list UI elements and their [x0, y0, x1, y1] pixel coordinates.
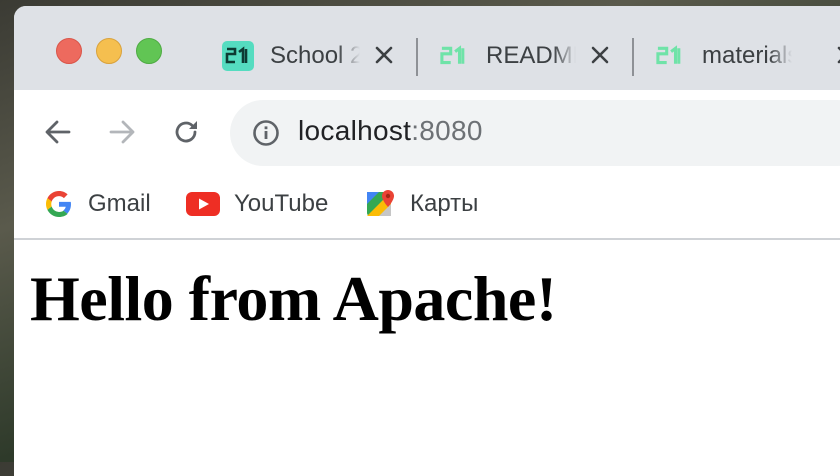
url-port: :8080: [411, 115, 483, 146]
tab-separator: [416, 38, 418, 76]
page-heading: Hello from Apache!: [30, 263, 557, 334]
bookmark-gmail[interactable]: Gmail: [44, 186, 151, 222]
page-content: Hello from Apache!: [14, 240, 840, 476]
bookmark-label: Gmail: [88, 190, 151, 217]
close-tab-icon[interactable]: [588, 43, 612, 67]
toolbar: localhost:8080: [14, 90, 840, 174]
info-icon[interactable]: [252, 119, 280, 147]
tab-title: materials: [702, 42, 792, 69]
bookmarks-bar: Gmail YouTube Карты: [14, 174, 840, 240]
tab-school21[interactable]: School 21: [212, 34, 412, 78]
back-button[interactable]: [32, 106, 84, 158]
google-icon: [44, 189, 74, 219]
url-text: localhost:8080: [298, 115, 483, 147]
close-tab-icon[interactable]: [372, 43, 396, 67]
bookmark-maps[interactable]: Карты: [366, 186, 478, 222]
arrow-right-icon: [109, 120, 135, 144]
tab-separator: [632, 38, 634, 76]
forward-button[interactable]: [96, 106, 148, 158]
window-close-button[interactable]: [56, 38, 82, 64]
school21-logo-icon: [222, 41, 254, 71]
tab-title: README: [486, 42, 576, 69]
bookmark-youtube[interactable]: YouTube: [186, 186, 328, 222]
bookmark-label: YouTube: [234, 190, 329, 217]
bookmark-label: Карты: [410, 190, 479, 217]
tab-strip: School 21 README: [14, 6, 840, 90]
school21-logo-icon: [654, 41, 686, 71]
close-tab-icon[interactable]: [834, 43, 840, 67]
window-maximize-button[interactable]: [136, 38, 162, 64]
school21-logo-icon: [438, 41, 470, 71]
tab-readme[interactable]: README: [428, 34, 628, 78]
tab-materials[interactable]: materials: [644, 34, 840, 78]
tab-title: School 21: [270, 42, 360, 69]
address-bar[interactable]: localhost:8080: [230, 100, 840, 166]
url-host: localhost: [298, 115, 412, 146]
reload-button[interactable]: [160, 106, 212, 158]
browser-window: School 21 README: [14, 6, 840, 476]
window-minimize-button[interactable]: [96, 38, 122, 64]
youtube-icon: [186, 189, 220, 219]
arrow-left-icon: [45, 120, 71, 144]
reload-icon: [175, 121, 197, 143]
google-maps-icon: [366, 189, 396, 219]
